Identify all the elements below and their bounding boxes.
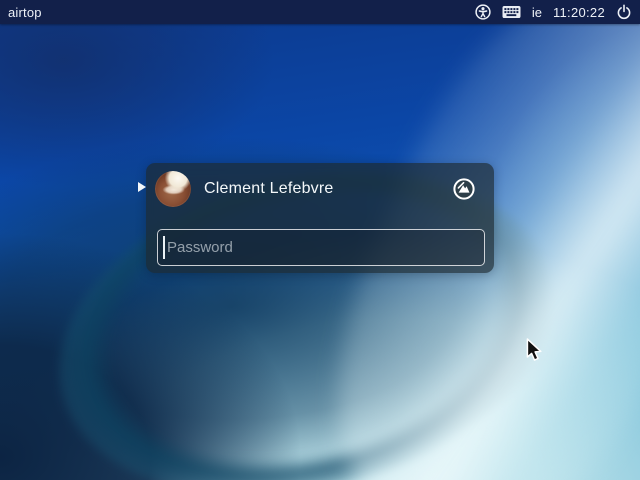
keyboard-layout-indicator[interactable]: ie — [532, 5, 542, 20]
power-icon[interactable] — [616, 4, 632, 20]
session-badge-icon[interactable] — [453, 178, 475, 200]
username-label: Clement Lefebvre — [204, 180, 453, 198]
user-avatar — [155, 171, 191, 207]
keyboard-icon[interactable] — [502, 5, 521, 19]
top-bar: airtop — [0, 0, 640, 24]
user-row: Clement Lefebvre — [146, 163, 494, 215]
hostname-label: airtop — [8, 5, 42, 20]
accessibility-icon[interactable] — [475, 4, 491, 20]
login-panel: Clement Lefebvre — [146, 163, 494, 273]
clock: 11:20:22 — [553, 5, 605, 20]
login-screen: airtop — [0, 0, 640, 480]
password-input[interactable] — [157, 229, 485, 266]
password-field-area — [157, 229, 485, 266]
selected-user-arrow-icon — [138, 182, 146, 192]
top-bar-indicators: ie 11:20:22 — [475, 4, 632, 20]
